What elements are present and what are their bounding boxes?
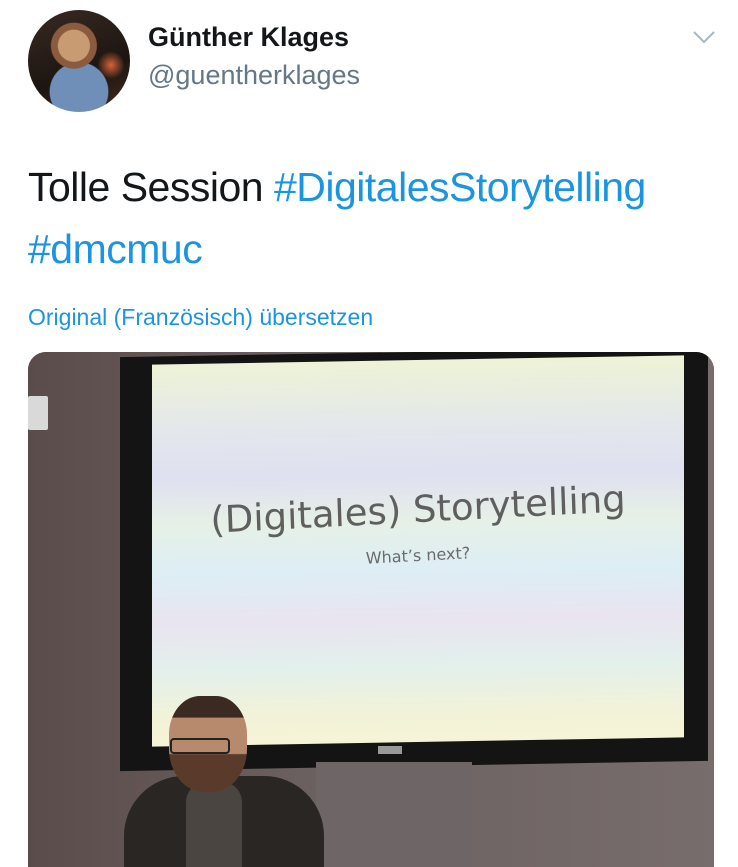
speaker-shirt [186, 782, 242, 867]
wall-light-switch [28, 396, 48, 430]
speaker-glasses [170, 738, 230, 754]
tweet-text: Tolle Session #DigitalesStorytelling #dm… [28, 156, 718, 280]
display-name[interactable]: Günther Klages [148, 22, 349, 53]
user-handle[interactable]: @guentherklages [148, 60, 360, 91]
hashtag-link[interactable]: #DigitalesStorytelling [274, 164, 646, 210]
chevron-down-icon[interactable] [692, 30, 716, 44]
hashtag-link[interactable]: #dmcmuc [28, 226, 203, 272]
tweet-text-plain: Tolle Session [28, 164, 274, 210]
avatar[interactable] [28, 10, 130, 112]
slide-title: (Digitales) Storytelling [209, 477, 627, 542]
speaker-person [124, 696, 344, 867]
tweet-photo[interactable]: (Digitales) Storytelling What’s next? [28, 352, 714, 867]
projector-screen: (Digitales) Storytelling What’s next? [152, 355, 684, 747]
avatar-background-light [98, 50, 124, 80]
translate-link[interactable]: Original (Französisch) übersetzen [28, 304, 373, 331]
screen-handle [378, 746, 402, 754]
